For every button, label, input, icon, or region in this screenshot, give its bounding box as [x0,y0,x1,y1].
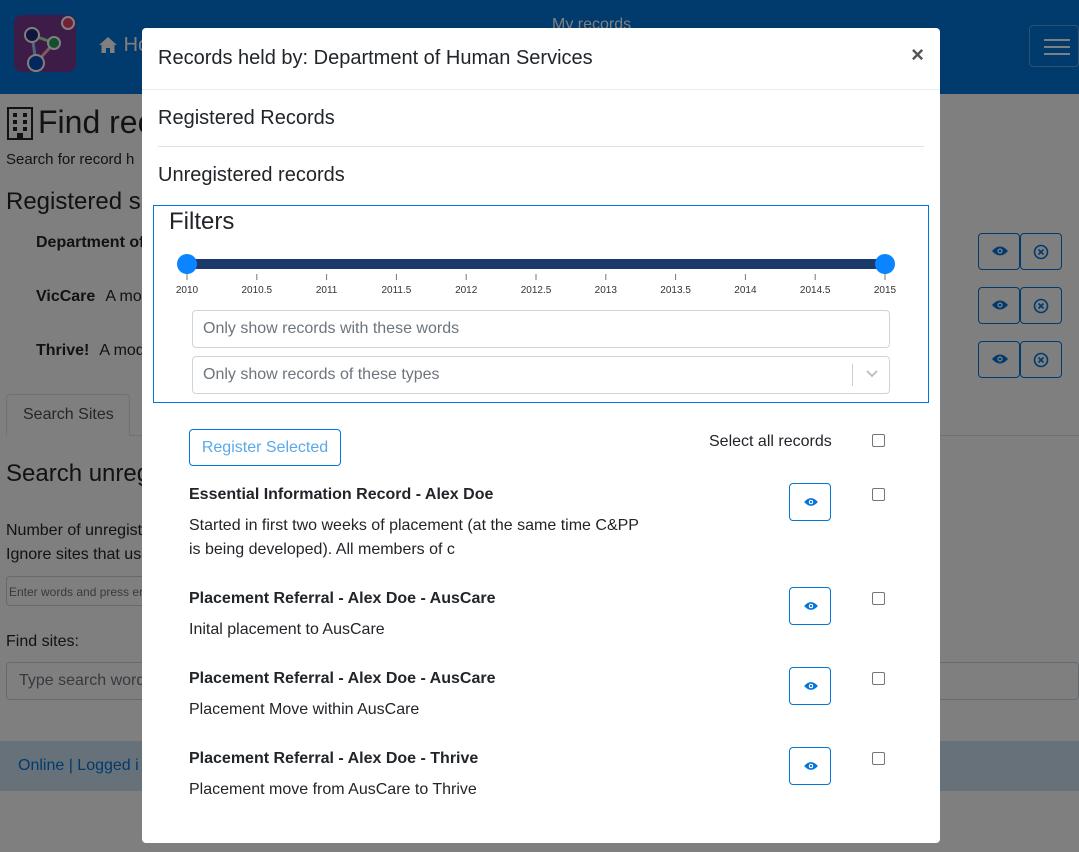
slider-tick-label: 2011 [316,285,338,296]
record-title: Essential Information Record - Alex Doe [189,486,494,503]
select-all-label: Select all records [709,433,832,450]
slider-tick-label: 2012 [455,285,478,296]
words-filter-input[interactable]: Only show records with these words [192,310,890,348]
slider-tick-label: 2013.5 [660,285,691,296]
slider-tick-label: 2014.5 [800,285,831,296]
types-filter-placeholder: Only show records of these types [203,366,440,383]
record-title: Placement Referral - Alex Doe - AusCare [189,590,496,607]
close-icon[interactable]: × [911,42,924,68]
record-title: Placement Referral - Alex Doe - Thrive [189,750,479,767]
eye-icon [804,602,818,610]
slider-tick-label: 2010.5 [242,285,273,296]
section-divider [158,146,924,147]
view-record-button[interactable] [789,747,831,785]
slider-tick-label: 2015 [874,285,897,296]
chevron-down-icon[interactable] [865,369,879,379]
eye-icon [804,498,818,506]
slider-tick-label: 2013 [595,285,618,296]
record-checkbox[interactable] [872,752,885,765]
view-record-button[interactable] [789,587,831,625]
registered-records-section[interactable]: Registered Records [158,107,335,130]
modal-header: Records held by: Department of Human Ser… [142,28,940,90]
select-separator [852,364,853,386]
slider-handle-low[interactable] [177,254,197,274]
record-description: Inital placement to AusCare [189,621,385,638]
record-description: Started in first two weeks of placement … [189,517,639,558]
slider-handle-high[interactable] [875,254,895,274]
record-description: Placement Move within AusCare [189,701,420,718]
records-modal: Records held by: Department of Human Ser… [142,28,940,843]
view-record-button[interactable] [789,667,831,705]
record-checkbox[interactable] [872,672,885,685]
slider-tick-label: 2014 [734,285,757,296]
record-title: Placement Referral - Alex Doe - AusCare [189,670,496,687]
unregistered-records-section[interactable]: Unregistered records [158,164,345,187]
slider-tick-label: 2011.5 [381,285,411,296]
record-checkbox[interactable] [872,592,885,605]
record-description: Placement move from AusCare to Thrive [189,781,477,798]
slider-track [187,259,885,269]
select-all-checkbox[interactable] [872,434,885,447]
year-range-slider[interactable]: 2010 2010.5 2011 2011.5 2012 2012.5 2013 2013.5… [154,206,928,306]
record-checkbox[interactable] [872,488,885,501]
types-filter-select[interactable]: Only show records of these types [192,356,890,394]
view-record-button[interactable] [789,483,831,521]
modal-title: Records held by: Department of Human Ser… [158,47,593,69]
slider-tick-label: 2012.5 [521,285,552,296]
slider-tick-label: 2010 [176,285,199,296]
eye-icon [804,682,818,690]
register-selected-button[interactable]: Register Selected [189,429,341,466]
filters-panel: Filters 2010 2010.5 2011 2011.5 2012 2012.5 20… [153,205,929,403]
eye-icon [804,762,818,770]
